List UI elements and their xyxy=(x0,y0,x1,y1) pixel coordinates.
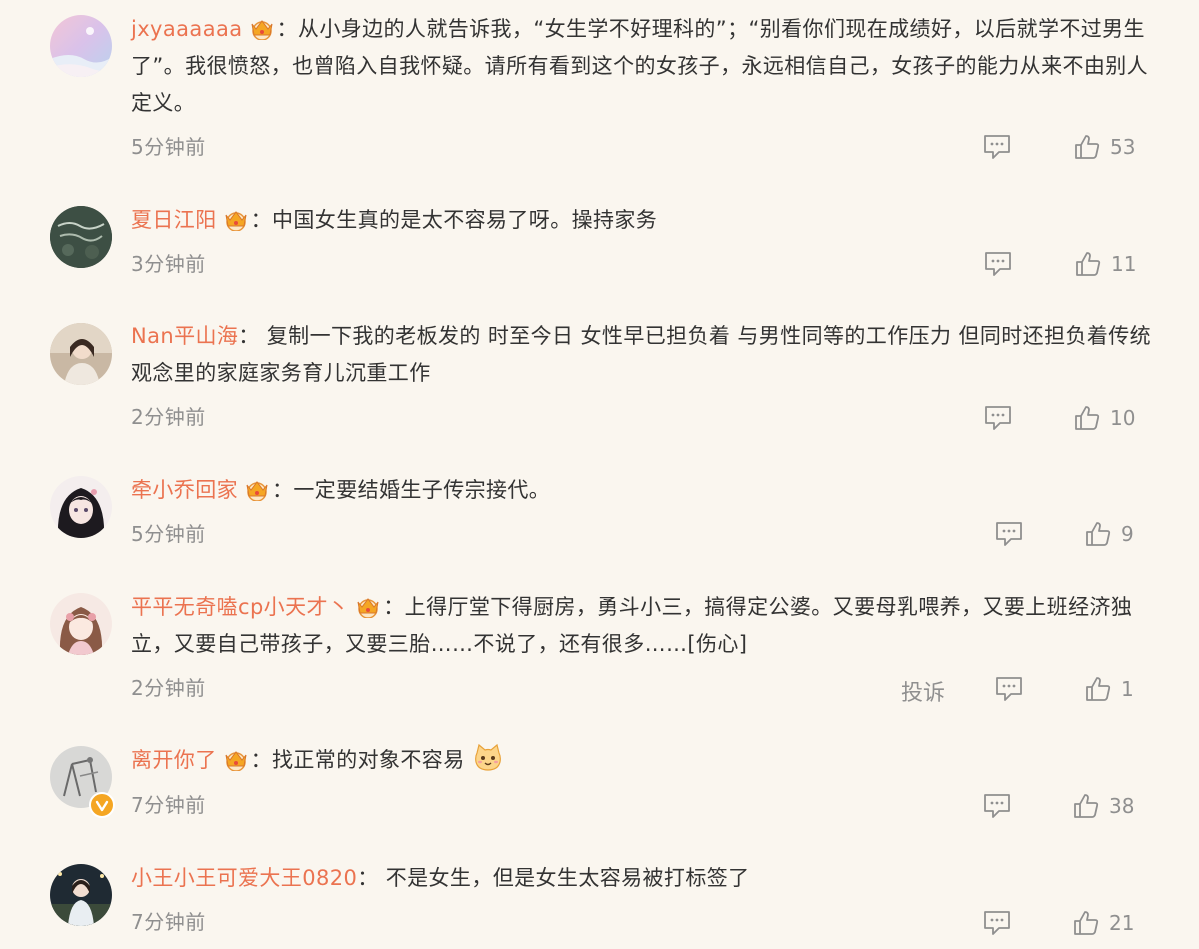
report-button[interactable]: 投诉 xyxy=(901,675,945,707)
reply-button[interactable] xyxy=(984,251,1012,277)
like-count: 38 xyxy=(1109,794,1135,818)
comment-bubble-icon xyxy=(985,252,1011,276)
like-count: 11 xyxy=(1111,252,1137,276)
crown-member-icon xyxy=(246,481,268,501)
thumbs-up-icon xyxy=(1086,522,1111,546)
comment-bubble-icon xyxy=(985,406,1011,430)
like-count: 1 xyxy=(1121,677,1134,701)
reply-button[interactable] xyxy=(983,910,1011,936)
reply-button[interactable] xyxy=(983,134,1011,160)
comment-body: ： 复制一下我的老板发的 时至今日 女性早已担负着 与男性同等的工作压力 但同时… xyxy=(131,324,1152,385)
thumbs-up-icon xyxy=(1086,677,1111,701)
crown-member-icon xyxy=(357,598,379,618)
username-link[interactable]: 牵小乔回家 xyxy=(131,478,238,502)
thumbs-up-icon xyxy=(1075,406,1100,430)
verified-v-icon xyxy=(89,792,115,818)
avatar[interactable] xyxy=(50,206,112,268)
like-button[interactable]: 1 xyxy=(1085,676,1145,702)
timestamp: 7分钟前 xyxy=(131,910,206,934)
avatar[interactable] xyxy=(50,323,112,385)
crown-member-icon xyxy=(251,20,273,40)
like-button[interactable]: 11 xyxy=(1075,251,1145,277)
reply-button[interactable] xyxy=(995,521,1023,547)
comment-bubble-icon xyxy=(996,522,1022,546)
username-link[interactable]: 平平无奇嗑cp小天才丶 xyxy=(131,595,349,619)
timestamp: 2分钟前 xyxy=(131,405,206,429)
comment-body: ：找正常的对象不容易 xyxy=(250,748,465,772)
comment-text: jxyaaaaaa ：从小身边的人就告诉我，“女生学不好理科的”；“别看你们现在成… xyxy=(131,11,1156,122)
avatar[interactable] xyxy=(50,15,112,77)
comment-text: 牵小乔回家 ：一定要结婚生子传宗接代。 xyxy=(131,472,1156,509)
comment-body: ： 不是女生，但是女生太容易被打标签了 xyxy=(357,866,750,890)
timestamp: 2分钟前 xyxy=(131,676,206,700)
like-button[interactable]: 53 xyxy=(1074,134,1144,160)
comment-text: 离开你了 ：找正常的对象不容易 xyxy=(131,742,1156,779)
reply-button[interactable] xyxy=(984,405,1012,431)
thumbs-up-icon xyxy=(1076,252,1101,276)
crown-member-icon xyxy=(225,751,247,771)
username-link[interactable]: 小王小王可爱大王0820 xyxy=(131,866,357,890)
comment-bubble-icon xyxy=(996,677,1022,701)
thumbs-up-icon xyxy=(1074,794,1099,818)
timestamp: 5分钟前 xyxy=(131,135,206,159)
like-button[interactable]: 9 xyxy=(1085,521,1145,547)
thumbs-up-icon xyxy=(1074,911,1099,935)
timestamp: 7分钟前 xyxy=(131,793,206,817)
username-link[interactable]: Nan平山海 xyxy=(131,324,238,348)
like-count: 10 xyxy=(1110,406,1136,430)
username-link[interactable]: jxyaaaaaa xyxy=(131,17,243,41)
avatar[interactable] xyxy=(50,593,112,655)
like-count: 53 xyxy=(1110,135,1136,159)
timestamp: 3分钟前 xyxy=(131,252,206,276)
reply-button[interactable] xyxy=(995,676,1023,702)
like-count: 9 xyxy=(1121,522,1134,546)
cat-emoji-icon xyxy=(474,743,501,771)
like-button[interactable]: 10 xyxy=(1074,405,1144,431)
comment-body: ：中国女生真的是太不容易了呀。操持家务 xyxy=(250,208,658,232)
timestamp: 5分钟前 xyxy=(131,522,206,546)
comment-bubble-icon xyxy=(984,135,1010,159)
comment-item: jxyaaaaaa ：从小身边的人就告诉我，“女生学不好理科的”；“别看你们现在成… xyxy=(0,0,1199,180)
like-count: 21 xyxy=(1109,911,1135,935)
comment-text: Nan平山海： 复制一下我的老板发的 时至今日 女性早已担负着 与男性同等的工作… xyxy=(131,318,1156,392)
like-button[interactable]: 38 xyxy=(1073,793,1145,819)
avatar[interactable] xyxy=(50,864,112,926)
comment-text: 夏日江阳 ：中国女生真的是太不容易了呀。操持家务 xyxy=(131,202,1156,239)
comment-bubble-icon xyxy=(984,911,1010,935)
like-button[interactable]: 21 xyxy=(1073,910,1145,936)
username-link[interactable]: 夏日江阳 xyxy=(131,208,217,232)
comment-body: ：一定要结婚生子传宗接代。 xyxy=(272,478,551,502)
comment-text: 小王小王可爱大王0820： 不是女生，但是女生太容易被打标签了 xyxy=(131,860,1156,897)
crown-member-icon xyxy=(225,211,247,231)
avatar[interactable] xyxy=(50,476,112,538)
thumbs-up-icon xyxy=(1075,135,1100,159)
comment-body: ：从小身边的人就告诉我，“女生学不好理科的”；“别看你们现在成绩好，以后就学不过… xyxy=(131,17,1149,115)
comment-text: 平平无奇嗑cp小天才丶 ：上得厅堂下得厨房，勇斗小三，搞得定公婆。又要母乳喂养，又… xyxy=(131,589,1156,663)
username-link[interactable]: 离开你了 xyxy=(131,748,217,772)
comment-bubble-icon xyxy=(984,794,1010,818)
reply-button[interactable] xyxy=(983,793,1011,819)
